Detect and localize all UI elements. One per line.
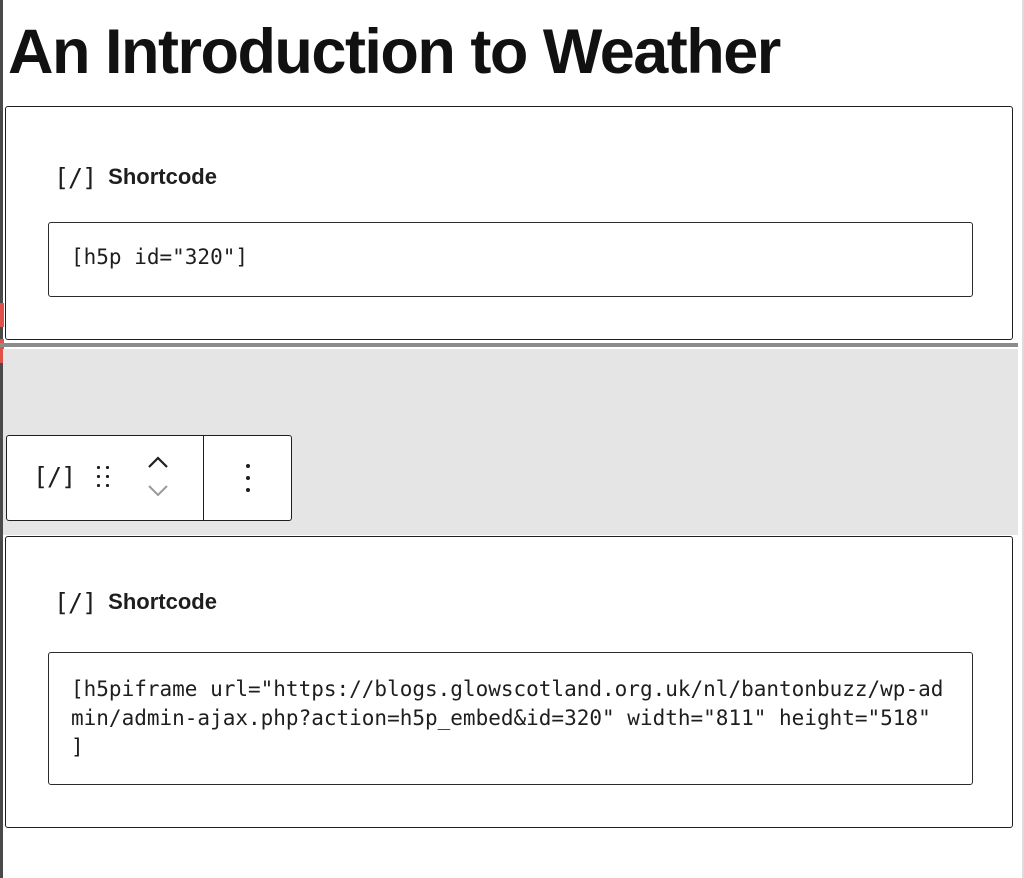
toolbar-main-group: [/] — [7, 436, 204, 520]
shortcode-input[interactable]: [h5p id="320"] — [48, 222, 973, 297]
shortcode-icon: [/] — [54, 587, 97, 617]
block-title: Shortcode — [108, 589, 217, 614]
more-vertical-icon[interactable] — [238, 460, 258, 496]
block-header: [/] Shortcode — [54, 162, 217, 192]
block-header: [/] Shortcode — [54, 587, 217, 617]
drag-handle-icon[interactable] — [97, 466, 111, 488]
shortcode-block[interactable]: [/] Shortcode [h5p id="320"] — [5, 106, 1013, 340]
chevron-up-icon — [148, 456, 168, 468]
block-toolbar: [/] — [6, 435, 292, 521]
move-up-button[interactable] — [147, 452, 169, 472]
shortcode-icon[interactable]: [/] — [33, 462, 76, 491]
block-title: Shortcode — [108, 164, 217, 189]
block-separator — [0, 343, 1018, 347]
shortcode-input[interactable]: [h5piframe url="https://blogs.glowscotla… — [48, 652, 973, 785]
toolbar-more-group — [204, 436, 291, 520]
left-edge-marker — [0, 303, 4, 327]
move-down-button[interactable] — [147, 480, 169, 500]
chevron-down-icon — [148, 485, 168, 497]
post-title[interactable]: An Introduction to Weather — [8, 16, 781, 88]
shortcode-icon: [/] — [54, 162, 97, 192]
shortcode-block[interactable]: [/] Shortcode [h5piframe url="https://bl… — [5, 536, 1013, 828]
